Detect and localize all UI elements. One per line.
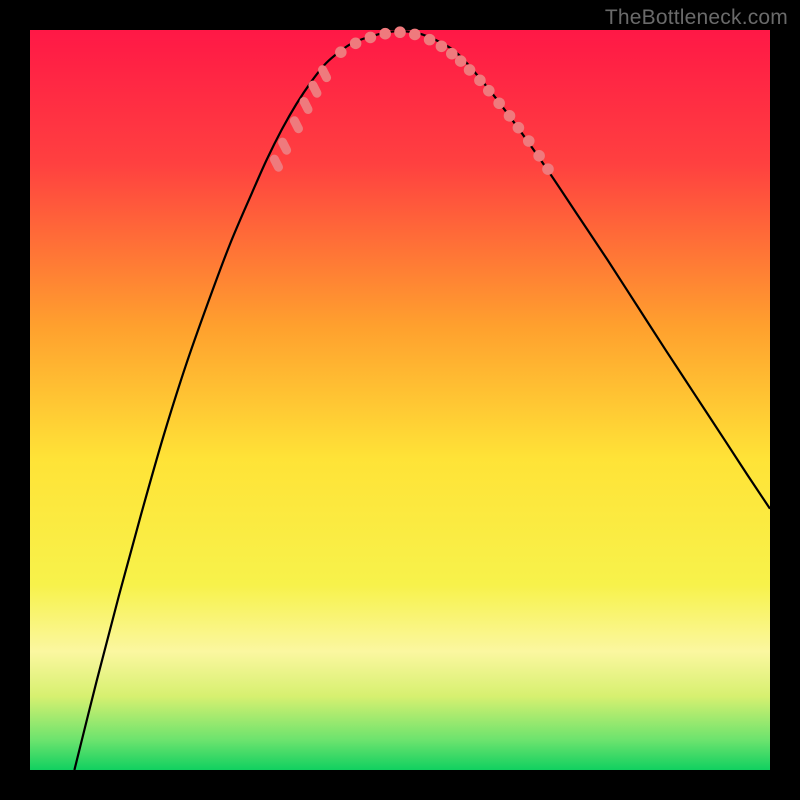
chart-container: { "watermark": "TheBottleneck.com", "cha…	[0, 0, 800, 800]
plot-background	[30, 30, 770, 770]
watermark-text: TheBottleneck.com	[605, 6, 788, 30]
bottleneck-chart	[0, 0, 800, 800]
